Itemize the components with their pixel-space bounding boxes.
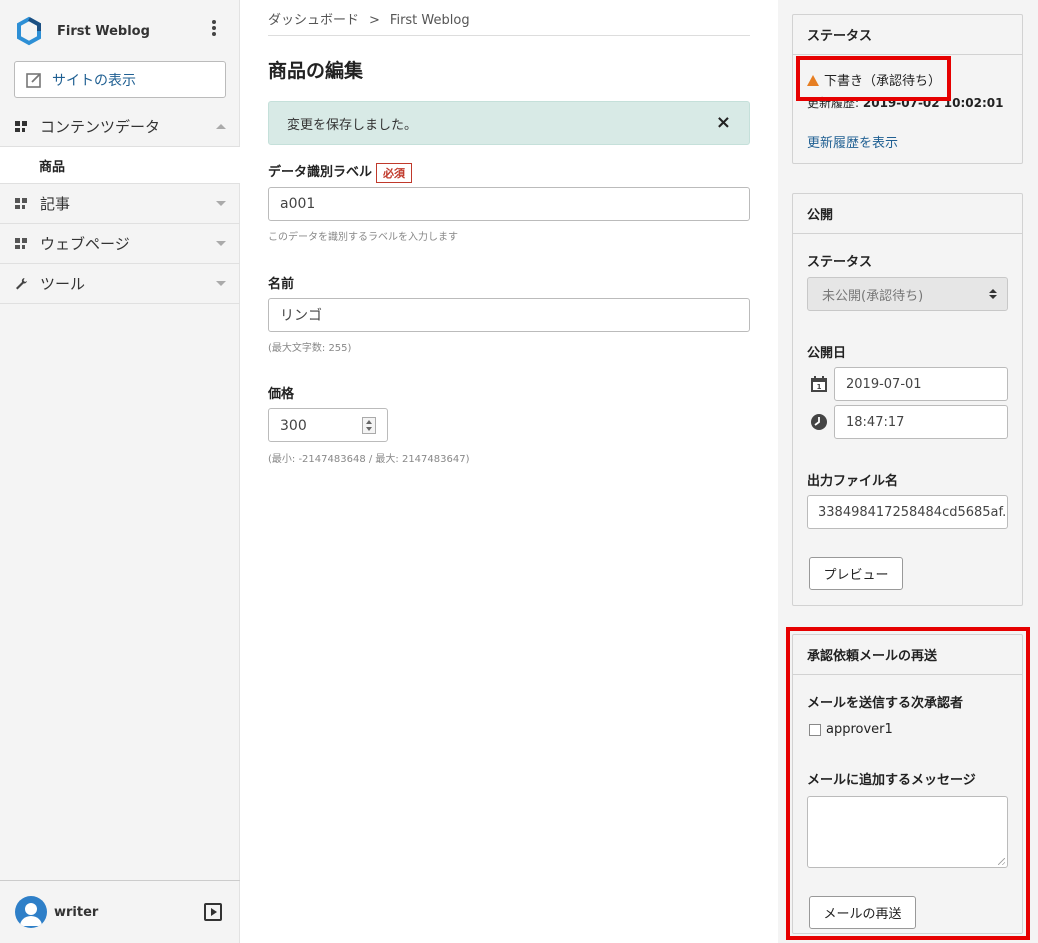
nav-label: 記事 bbox=[40, 195, 71, 213]
external-edit-icon bbox=[26, 72, 41, 88]
right-sidebar: ステータス 下書き（承認待ち） 更新履歴: 2019-07-02 10:02:0… bbox=[778, 0, 1038, 943]
label-field-text: データ識別ラベル bbox=[268, 165, 373, 180]
content-data-icon bbox=[15, 121, 27, 132]
nav-label: ツール bbox=[40, 275, 86, 293]
date-input[interactable]: 2019-07-01 bbox=[834, 367, 1008, 401]
resend-approval-panel: 承認依頼メールの再送 メールを送信する次承認者 approver1 メールに追加… bbox=[792, 634, 1023, 934]
nav-label: 商品 bbox=[39, 159, 66, 175]
history-label: 更新履歴: bbox=[807, 96, 860, 110]
chevron-down-icon bbox=[216, 201, 226, 206]
history-value: 2019-07-02 10:02:01 bbox=[862, 96, 1004, 110]
approver-name: approver1 bbox=[826, 722, 893, 737]
breadcrumb-dashboard[interactable]: ダッシュボード bbox=[268, 13, 359, 28]
date-row: 1 2019-07-01 bbox=[807, 367, 1008, 401]
show-history-link[interactable]: 更新履歴を表示 bbox=[807, 132, 898, 151]
nav-item-content-data[interactable]: コンテンツデータ bbox=[0, 107, 240, 147]
site-view-button[interactable]: サイトの表示 bbox=[14, 61, 226, 98]
name-value: リンゴ bbox=[280, 308, 322, 324]
sign-out-icon[interactable] bbox=[204, 903, 222, 921]
time-value: 18:47:17 bbox=[846, 414, 905, 430]
required-badge: 必須 bbox=[376, 162, 413, 183]
data-label-input[interactable]: a001 bbox=[268, 187, 750, 221]
publish-status-value: 未公開(承認待ち) bbox=[822, 288, 924, 304]
user-name: writer bbox=[54, 904, 99, 920]
nav-item-webpage[interactable]: ウェブページ bbox=[0, 224, 240, 264]
clock-icon bbox=[811, 414, 827, 430]
breadcrumb-site[interactable]: First Weblog bbox=[390, 13, 470, 28]
price-hint: (最小: -2147483648 / 最大: 2147483647) bbox=[268, 454, 470, 465]
user-icon bbox=[20, 903, 42, 926]
resend-panel-title: 承認依頼メールの再送 bbox=[793, 635, 1022, 675]
more-menu-icon[interactable] bbox=[208, 20, 220, 38]
warning-icon bbox=[807, 75, 819, 86]
update-history: 更新履歴: 2019-07-02 10:02:01 bbox=[807, 94, 1004, 111]
number-spinner[interactable] bbox=[362, 417, 376, 434]
name-hint: (最大文字数: 255) bbox=[268, 343, 352, 354]
nav-subitem-product[interactable]: 商品 bbox=[0, 147, 240, 184]
sidebar: First Weblog サイトの表示 コンテンツデータ 商品 記事 ウェブペー… bbox=[0, 0, 240, 943]
wrench-icon bbox=[16, 278, 27, 290]
publish-panel-title: 公開 bbox=[793, 194, 1022, 234]
message-label: メールに追加するメッセージ bbox=[807, 773, 976, 788]
nav-label: ウェブページ bbox=[40, 235, 130, 253]
name-input[interactable]: リンゴ bbox=[268, 298, 750, 332]
webpage-icon bbox=[15, 238, 27, 249]
output-file-value: 338498417258484cd5685af. bbox=[818, 504, 1007, 520]
label-field-label: データ識別ラベル 必須 bbox=[268, 161, 413, 183]
publish-date-label: 公開日 bbox=[807, 346, 847, 361]
app-root: First Weblog サイトの表示 コンテンツデータ 商品 記事 ウェブペー… bbox=[0, 0, 1038, 943]
select-arrows-icon bbox=[989, 289, 997, 301]
name-field-label: 名前 bbox=[268, 277, 295, 292]
status-text: 下書き（承認待ち） bbox=[824, 74, 942, 89]
approver-checkbox-row: approver1 bbox=[809, 722, 893, 737]
page-title: 商品の編集 bbox=[268, 60, 364, 82]
entry-icon bbox=[15, 198, 27, 209]
output-file-label: 出力ファイル名 bbox=[807, 474, 899, 489]
nav-item-tools[interactable]: ツール bbox=[0, 264, 240, 304]
status-line: 下書き（承認待ち） bbox=[807, 70, 941, 89]
approver-label: メールを送信する次承認者 bbox=[807, 696, 964, 711]
sidebar-nav: コンテンツデータ 商品 記事 ウェブページ ツール bbox=[0, 107, 240, 304]
status-panel: ステータス 下書き（承認待ち） 更新履歴: 2019-07-02 10:02:0… bbox=[792, 14, 1023, 164]
chevron-down-icon bbox=[216, 281, 226, 286]
avatar[interactable] bbox=[15, 896, 47, 928]
preview-button[interactable]: プレビュー bbox=[809, 557, 903, 590]
data-label-hint: このデータを識別するラベルを入力します bbox=[268, 232, 458, 243]
data-label-value: a001 bbox=[280, 196, 316, 212]
movable-type-logo-icon bbox=[17, 16, 41, 46]
close-icon[interactable]: × bbox=[716, 114, 731, 132]
resend-mail-button[interactable]: メールの再送 bbox=[809, 896, 916, 929]
breadcrumb-separator: > bbox=[369, 13, 380, 28]
user-bar: writer bbox=[0, 880, 240, 943]
alert-message: 変更を保存しました。 bbox=[287, 117, 418, 133]
publish-status-select[interactable]: 未公開(承認待ち) bbox=[807, 277, 1008, 311]
price-field-label: 価格 bbox=[268, 387, 295, 402]
chevron-up-icon bbox=[216, 124, 226, 129]
site-view-label: サイトの表示 bbox=[52, 72, 136, 89]
nav-label: コンテンツデータ bbox=[40, 118, 161, 136]
nav-item-entry[interactable]: 記事 bbox=[0, 184, 240, 224]
date-value: 2019-07-01 bbox=[846, 376, 922, 392]
message-textarea[interactable] bbox=[807, 796, 1008, 868]
site-name: First Weblog bbox=[57, 23, 150, 39]
price-input[interactable]: 300 bbox=[268, 408, 388, 442]
success-alert: 変更を保存しました。 × bbox=[268, 101, 750, 145]
chevron-down-icon bbox=[216, 241, 226, 246]
time-row: 18:47:17 bbox=[807, 405, 1008, 439]
calendar-icon: 1 bbox=[811, 376, 827, 392]
brand: First Weblog bbox=[14, 14, 226, 48]
approver-checkbox[interactable] bbox=[809, 723, 821, 736]
publish-panel: 公開 ステータス 未公開(承認待ち) 公開日 1 2019-07-01 18:4… bbox=[792, 193, 1023, 606]
publish-status-label: ステータス bbox=[807, 255, 873, 270]
resize-handle-icon[interactable] bbox=[998, 858, 1005, 865]
output-file-input[interactable]: 338498417258484cd5685af. bbox=[807, 495, 1008, 529]
breadcrumb: ダッシュボード > First Weblog bbox=[268, 9, 750, 36]
status-panel-title: ステータス bbox=[793, 15, 1022, 55]
svg-text:1: 1 bbox=[817, 383, 822, 391]
price-value: 300 bbox=[280, 418, 307, 434]
time-input[interactable]: 18:47:17 bbox=[834, 405, 1008, 439]
